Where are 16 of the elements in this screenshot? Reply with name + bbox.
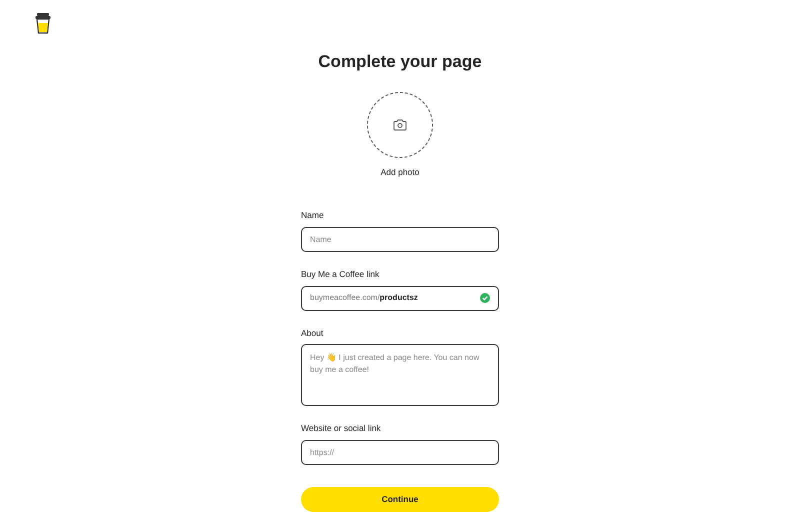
link-field[interactable]: buymeacoffee.com/productsz	[301, 286, 499, 311]
url-value: productsz	[380, 292, 418, 304]
url-prefix: buymeacoffee.com/	[310, 292, 380, 304]
field-label: About	[301, 326, 324, 340]
add-photo-label: Add photo	[380, 166, 420, 180]
camera-icon	[393, 119, 407, 132]
about-field[interactable]: Hey 👋 I just created a page here. You can now buy me a coffee!	[301, 344, 499, 406]
input-field[interactable]: Name	[301, 226, 499, 252]
field-label: Buy Me a Coffee link	[301, 268, 380, 281]
input-field[interactable]: https://	[301, 440, 499, 466]
coffee-cup-logo	[35, 12, 51, 34]
field-label: Name	[301, 209, 325, 222]
continue-button[interactable]: Continue	[301, 487, 499, 512]
field-label: Website or social link	[301, 422, 382, 436]
page-title: Complete your page	[317, 52, 483, 72]
add-photo-button[interactable]	[367, 92, 433, 158]
